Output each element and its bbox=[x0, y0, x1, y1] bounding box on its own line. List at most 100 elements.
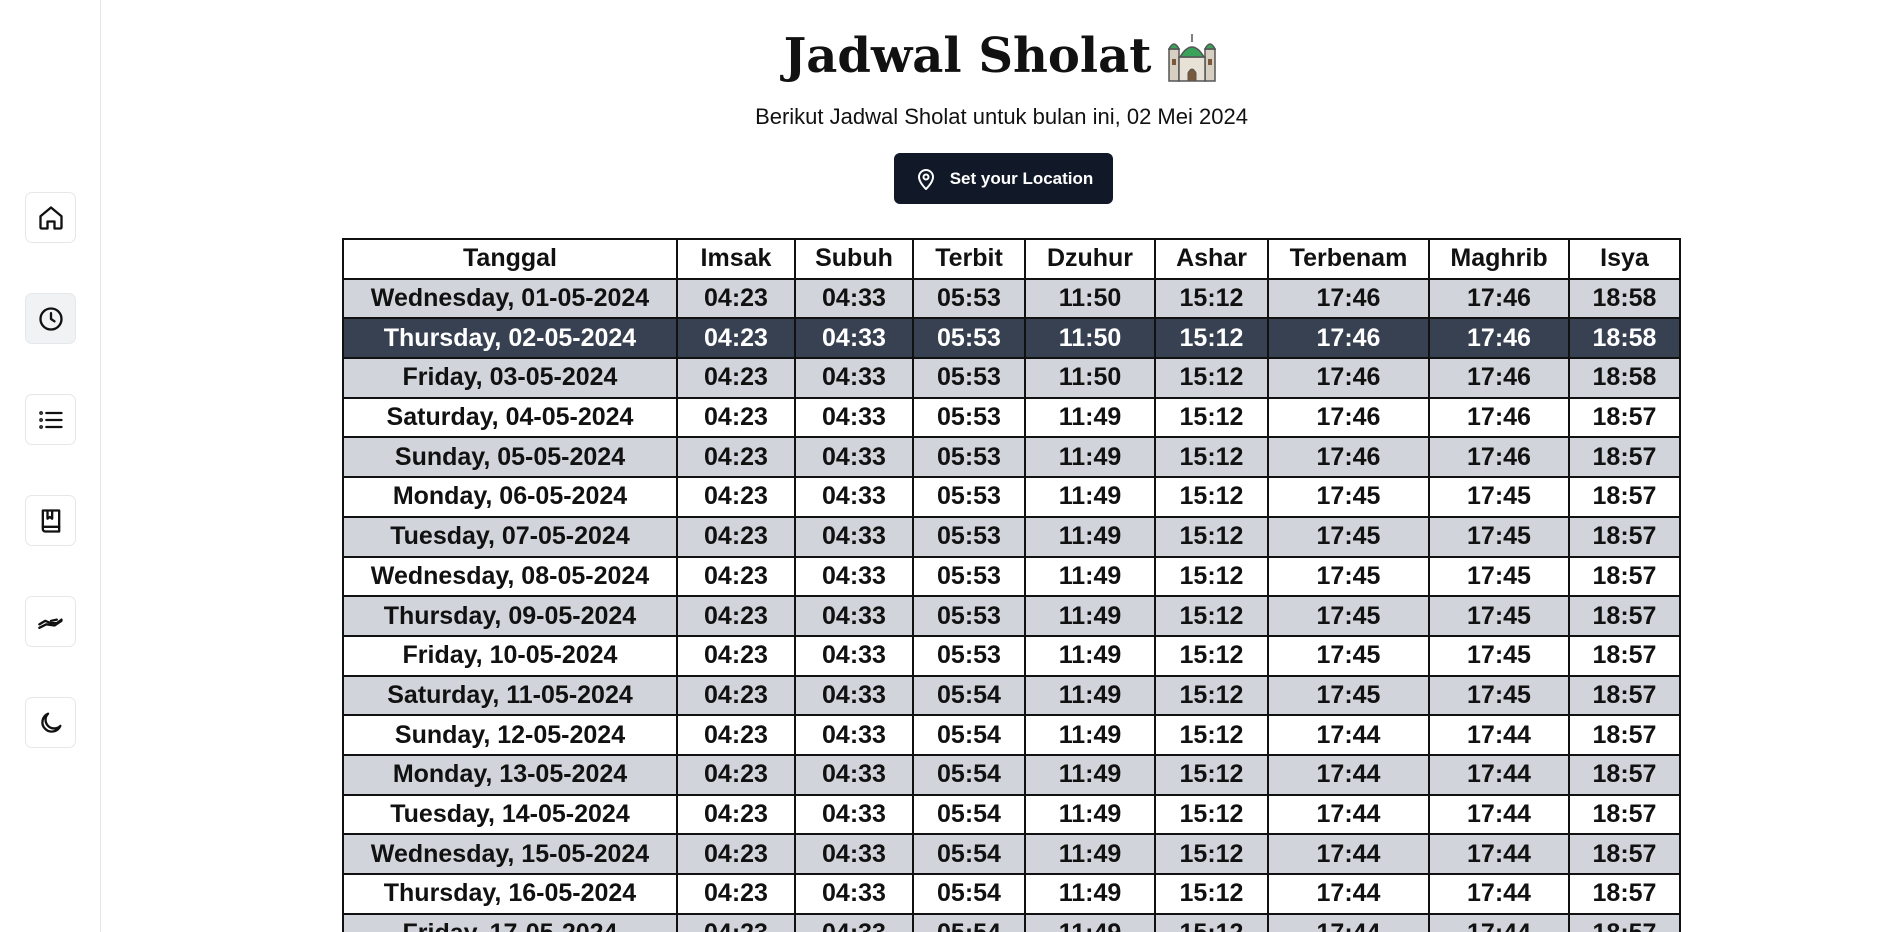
time-cell: 17:44 bbox=[1428, 753, 1570, 796]
time-cell: 18:57 bbox=[1568, 833, 1681, 875]
time-cell: 17:46 bbox=[1267, 357, 1430, 399]
date-cell: Wednesday, 15-05-2024 bbox=[342, 833, 678, 875]
time-cell: 18:57 bbox=[1568, 396, 1681, 439]
date-cell: Friday, 17-05-2024 bbox=[342, 912, 678, 932]
sidebar-schedule-button[interactable] bbox=[25, 293, 76, 344]
time-cell: 04:23 bbox=[676, 436, 796, 479]
time-cell: 18:57 bbox=[1568, 674, 1681, 717]
time-cell: 04:23 bbox=[676, 396, 796, 439]
time-cell: 11:49 bbox=[1024, 793, 1156, 836]
time-cell: 17:46 bbox=[1267, 436, 1430, 479]
time-cell: 18:57 bbox=[1568, 753, 1681, 796]
list-icon bbox=[38, 410, 63, 429]
column-header: Dzuhur bbox=[1024, 238, 1156, 280]
time-cell: 17:44 bbox=[1267, 753, 1430, 796]
time-cell: 15:12 bbox=[1154, 555, 1269, 598]
time-cell: 15:12 bbox=[1154, 714, 1269, 756]
table-row: Friday, 17-05-202404:2304:3305:5411:4915… bbox=[342, 912, 1681, 932]
sidebar-quran-button[interactable] bbox=[25, 495, 76, 546]
time-cell: 18:57 bbox=[1568, 476, 1681, 518]
time-cell: 04:33 bbox=[794, 595, 914, 637]
time-cell: 17:46 bbox=[1267, 317, 1430, 360]
time-cell: 04:23 bbox=[676, 317, 796, 360]
time-cell: 11:49 bbox=[1024, 714, 1156, 756]
time-cell: 04:33 bbox=[794, 714, 914, 756]
time-cell: 17:46 bbox=[1428, 396, 1570, 439]
table-row: Friday, 10-05-2024 04:23 04:33 05:53 11:49 15… bbox=[342, 634, 1681, 677]
table-row: Monday, 06-05-2024 04:23 04:33 05:53 11:49 15… bbox=[342, 476, 1681, 518]
time-cell: 05:54 bbox=[912, 873, 1026, 915]
time-cell: 05:54 bbox=[912, 912, 1026, 932]
time-cell: 04:23 bbox=[676, 753, 796, 796]
time-cell: 18:58 bbox=[1568, 277, 1681, 320]
time-cell: 15:12 bbox=[1154, 357, 1269, 399]
time-cell: 17:45 bbox=[1267, 476, 1430, 518]
date-cell: Thursday, 09-05-2024 bbox=[342, 595, 678, 637]
time-cell: 18:57 bbox=[1568, 555, 1681, 598]
time-cell: 05:53 bbox=[912, 476, 1026, 518]
date-cell: Monday, 13-05-2024 bbox=[342, 753, 678, 796]
time-cell: 17:44 bbox=[1267, 912, 1430, 932]
time-cell: 11:49 bbox=[1024, 436, 1156, 479]
time-cell: 17:44 bbox=[1428, 912, 1570, 932]
time-cell: 05:54 bbox=[912, 793, 1026, 836]
time-cell: 17:46 bbox=[1267, 277, 1430, 320]
time-cell: 11:49 bbox=[1024, 833, 1156, 875]
table-row-today: Thursday, 02-05-2024 04:23 04:33 05:53 11:50… bbox=[342, 317, 1681, 360]
time-cell: 15:12 bbox=[1154, 793, 1269, 836]
date-cell: Thursday, 16-05-2024 bbox=[342, 873, 678, 915]
time-cell: 04:33 bbox=[794, 515, 914, 558]
time-cell: 04:33 bbox=[794, 277, 914, 320]
time-cell: 11:49 bbox=[1024, 515, 1156, 558]
time-cell: 15:12 bbox=[1154, 396, 1269, 439]
column-header: Tanggal bbox=[342, 238, 678, 280]
time-cell: 17:46 bbox=[1428, 277, 1570, 320]
time-cell: 04:23 bbox=[676, 634, 796, 677]
sidebar-theme-button[interactable] bbox=[25, 697, 76, 748]
time-cell: 11:49 bbox=[1024, 396, 1156, 439]
time-cell: 04:33 bbox=[794, 357, 914, 399]
time-cell: 17:45 bbox=[1428, 555, 1570, 598]
column-header: Maghrib bbox=[1428, 238, 1570, 280]
table-row: Wednesday, 08-05-2024 04:23 04:33 05:53 11:4… bbox=[342, 555, 1681, 598]
time-cell: 18:57 bbox=[1568, 793, 1681, 836]
table-header-row: Tanggal Imsak Subuh Terbit Dzuhur Ashar Terben… bbox=[342, 238, 1681, 280]
sidebar-donation-button[interactable] bbox=[25, 596, 76, 647]
time-cell: 11:49 bbox=[1024, 753, 1156, 796]
set-location-label: Set your Location bbox=[949, 168, 1094, 188]
page-title: Jadwal Sholat bbox=[101, 28, 1902, 84]
time-cell: 17:44 bbox=[1267, 714, 1430, 756]
time-cell: 05:53 bbox=[912, 436, 1026, 479]
clock-icon bbox=[38, 306, 63, 331]
time-cell: 04:33 bbox=[794, 634, 914, 677]
table-row: Saturday, 11-05-2024 04:23 04:33 05:54 11:49… bbox=[342, 674, 1681, 717]
time-cell: 18:58 bbox=[1568, 357, 1681, 399]
time-cell: 11:49 bbox=[1024, 634, 1156, 677]
date-cell: Sunday, 05-05-2024 bbox=[342, 436, 678, 479]
time-cell: 05:53 bbox=[912, 396, 1026, 439]
time-cell: 05:54 bbox=[912, 833, 1026, 875]
table-row: Wednesday, 01-05-2024 04:23 04:33 05:53 11:5… bbox=[342, 277, 1681, 320]
time-cell: 05:53 bbox=[912, 555, 1026, 598]
time-cell: 04:23 bbox=[676, 793, 796, 836]
column-header: Subuh bbox=[794, 238, 914, 280]
time-cell: 04:23 bbox=[676, 912, 796, 932]
sidebar-list-button[interactable] bbox=[25, 394, 76, 445]
time-cell: 04:33 bbox=[794, 833, 914, 875]
time-cell: 17:45 bbox=[1267, 555, 1430, 598]
page-title-text: Jadwal Sholat bbox=[783, 28, 1152, 84]
time-cell: 15:12 bbox=[1154, 595, 1269, 637]
sidebar-home-button[interactable] bbox=[25, 192, 76, 243]
time-cell: 18:57 bbox=[1568, 634, 1681, 677]
set-location-button[interactable]: Set your Location bbox=[894, 153, 1113, 204]
time-cell: 05:53 bbox=[912, 634, 1026, 677]
table-row: Wednesday, 15-05-2024 04:23 04:33 05:54 11:4… bbox=[342, 833, 1681, 875]
time-cell: 17:44 bbox=[1267, 793, 1430, 836]
time-cell: 15:12 bbox=[1154, 317, 1269, 360]
book-icon bbox=[41, 508, 60, 533]
column-header: Isya bbox=[1568, 238, 1681, 280]
table-row: Sunday, 12-05-2024 04:23 04:33 05:54 11:49 15… bbox=[342, 714, 1681, 756]
column-header: Terbenam bbox=[1267, 238, 1430, 280]
time-cell: 18:57 bbox=[1568, 714, 1681, 756]
time-cell: 11:50 bbox=[1024, 357, 1156, 399]
